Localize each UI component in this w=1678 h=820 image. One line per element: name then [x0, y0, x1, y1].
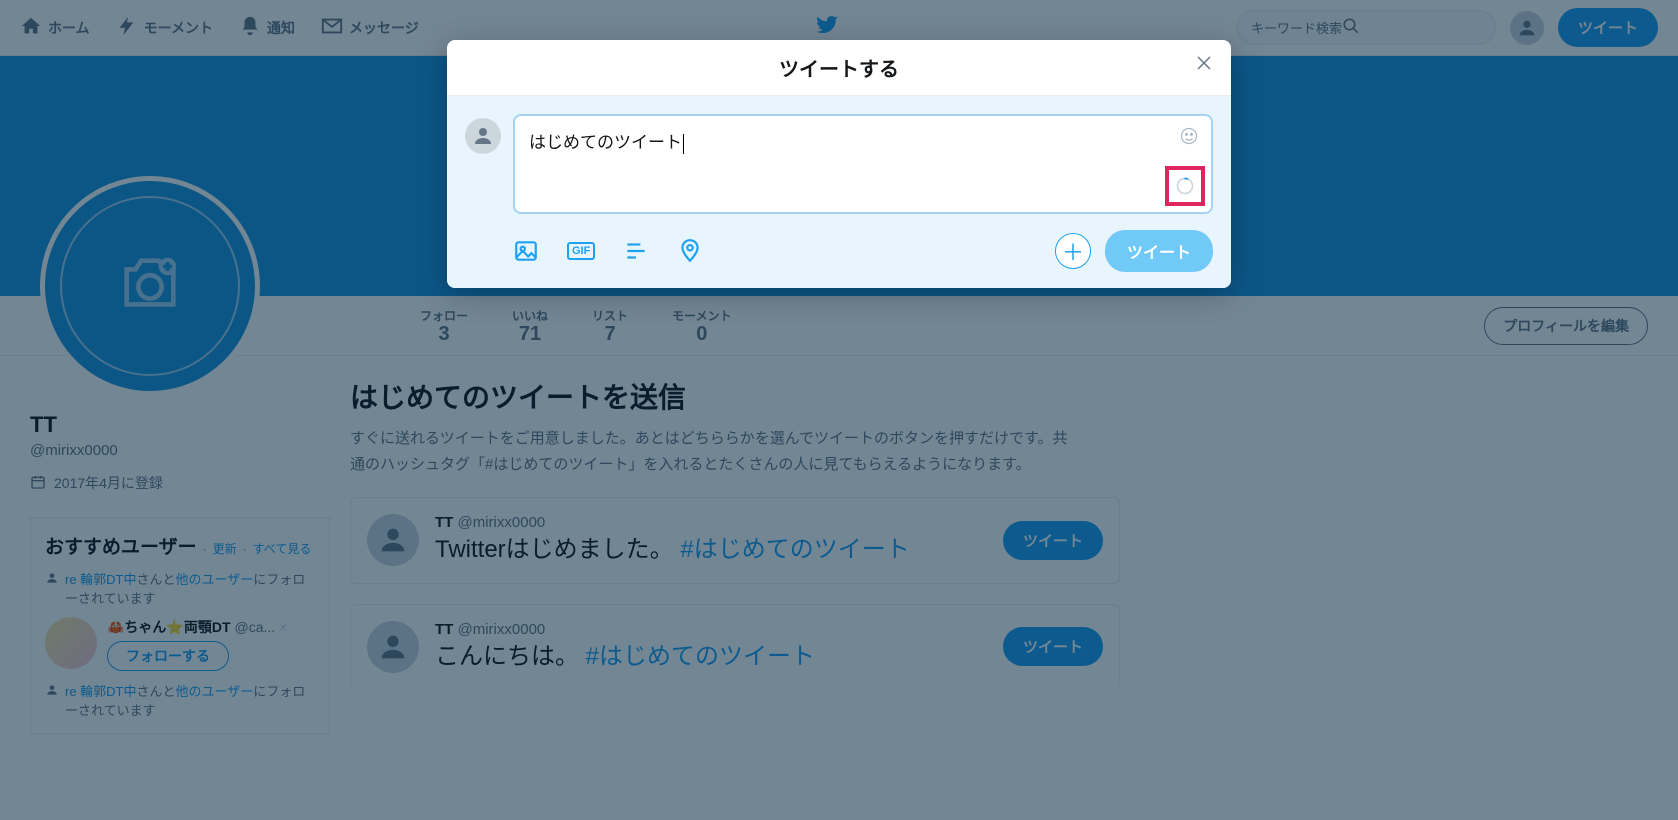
character-count-ring-icon — [1175, 176, 1195, 196]
character-count-indicator-highlight — [1165, 166, 1205, 206]
submit-tweet-button[interactable]: ツイート — [1105, 230, 1213, 272]
compose-avatar — [465, 118, 501, 154]
add-location-button[interactable] — [677, 238, 703, 264]
add-thread-button[interactable]: ＋ — [1055, 233, 1091, 269]
add-image-button[interactable] — [513, 238, 539, 264]
modal-title: ツイートする — [779, 53, 899, 82]
emoji-picker-button[interactable] — [1179, 126, 1199, 151]
compose-textarea[interactable]: はじめてのツイート — [513, 114, 1213, 214]
add-gif-button[interactable]: GIF — [567, 242, 595, 260]
add-poll-button[interactable] — [623, 238, 649, 264]
modal-header: ツイートする — [447, 40, 1231, 96]
compose-tweet-modal: ツイートする はじめてのツイート GIF ＋ ツイ — [447, 40, 1231, 288]
close-modal-button[interactable] — [1195, 54, 1213, 78]
compose-text-content: はじめてのツイート — [529, 133, 682, 152]
